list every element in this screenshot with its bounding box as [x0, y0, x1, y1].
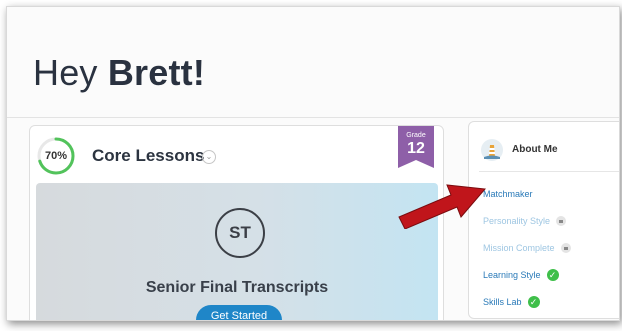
lock-icon: [556, 215, 567, 226]
lesson-hero: ST Senior Final Transcripts Get Started: [36, 183, 438, 320]
about-me-item-label: Matchmaker: [483, 188, 533, 199]
about-me-item-label: Learning Style: [483, 269, 541, 280]
lighthouse-icon: [481, 139, 503, 161]
lesson-avatar: ST: [215, 208, 265, 258]
grade-label: Grade: [406, 132, 426, 139]
annotation-arrow: [398, 184, 486, 229]
lesson-title: Senior Final Transcripts: [145, 279, 329, 296]
about-me-item[interactable]: Learning Style ✓: [483, 261, 571, 288]
about-me-card: About Me Matchmaker Personality Style Miss…: [468, 121, 619, 319]
about-me-item-label: Personality Style: [483, 215, 551, 226]
greeting-name: Brett!: [107, 52, 206, 93]
about-me-item-label: Mission Complete: [483, 242, 555, 253]
check-circle-icon: ✓: [546, 268, 559, 281]
check-circle-icon: ✓: [527, 295, 540, 308]
app-window: Hey Brett! 70% Core Lessons ⌄ Grade 12 S…: [6, 6, 620, 321]
about-me-title: About Me: [512, 144, 558, 155]
grade-number: 12: [407, 140, 425, 157]
about-me-item[interactable]: Matchmaker: [483, 180, 571, 207]
page-greeting: Hey Brett!: [33, 52, 205, 94]
about-me-item: Personality Style: [483, 207, 571, 234]
about-me-list: Matchmaker Personality Style Mission Compl…: [483, 180, 571, 315]
core-lessons-title[interactable]: Core Lessons: [92, 146, 204, 166]
chevron-down-icon[interactable]: ⌄: [202, 150, 216, 164]
header-divider: [7, 117, 619, 118]
about-me-divider: [479, 171, 619, 172]
about-me-item[interactable]: Skills Lab ✓: [483, 288, 571, 315]
core-lessons-card: 70% Core Lessons ⌄ Grade 12 ST Senior Fi…: [29, 125, 444, 320]
about-me-item-label: Skills Lab: [483, 296, 522, 307]
get-started-button[interactable]: Get Started: [196, 305, 282, 320]
about-me-item: Mission Complete: [483, 234, 571, 261]
progress-percent: 70%: [44, 150, 68, 162]
lock-icon: [560, 242, 571, 253]
greeting-prefix: Hey: [33, 52, 108, 93]
